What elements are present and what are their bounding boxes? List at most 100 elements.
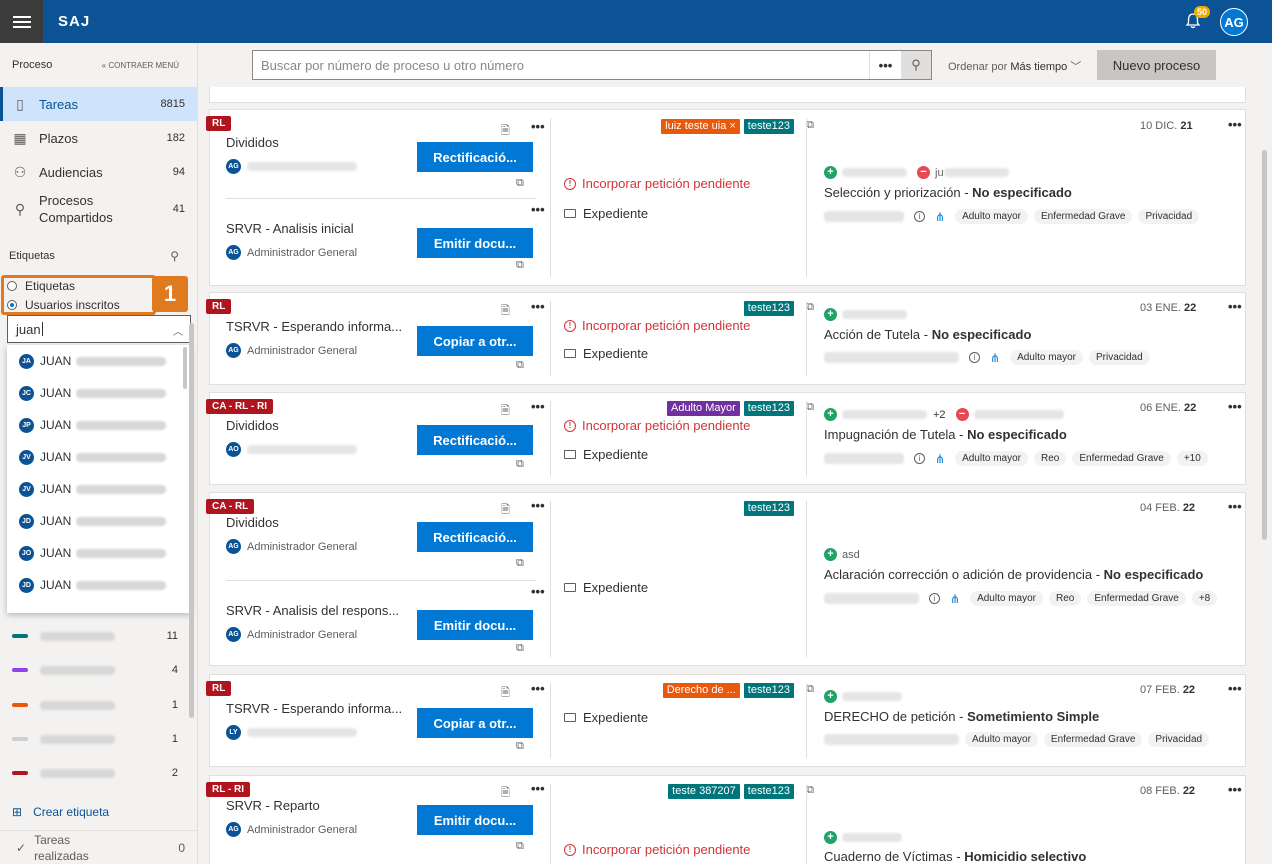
new-process-button[interactable]: Nuevo proceso: [1097, 50, 1216, 80]
process-card[interactable]: CA - RL - RI Divididos AO Rectificació..…: [206, 392, 1246, 485]
info-icon[interactable]: i: [914, 211, 925, 222]
pending-petition[interactable]: ! Incorporar petición pendiente: [564, 418, 750, 433]
radio-etiquetas[interactable]: Etiquetas: [7, 279, 75, 293]
more-icon[interactable]: •••: [531, 119, 545, 134]
tag-chip[interactable]: luiz teste uia ×: [661, 119, 740, 134]
add-tag-icon[interactable]: ⧉: [806, 119, 814, 132]
list-item[interactable]: JV JUAN: [7, 473, 191, 505]
radio-usuarios-inscritos[interactable]: Usuarios inscritos: [7, 298, 120, 312]
more-icon[interactable]: •••: [1228, 399, 1242, 414]
tag-chip[interactable]: Derecho de ...: [662, 683, 740, 698]
list-item[interactable]: JD JUAN: [7, 505, 191, 537]
task-name[interactable]: SRVR - Analisis del respons...: [226, 603, 399, 618]
sidebar-item-tareas[interactable]: ▯ Tareas 8815: [0, 87, 197, 121]
pending-petition[interactable]: ! Incorporar petición pendiente: [564, 176, 750, 191]
tree-icon[interactable]: ⋔: [935, 210, 945, 224]
create-tag-link[interactable]: ⊞ Crear etiqueta: [12, 805, 109, 819]
more-icon[interactable]: •••: [1228, 681, 1242, 696]
main-scrollbar[interactable]: [1262, 150, 1267, 540]
collapse-menu-link[interactable]: « CONTRAER MENÚ: [102, 61, 179, 70]
search-button[interactable]: ⚲: [901, 51, 931, 79]
pending-petition[interactable]: ! Incorporar petición pendiente: [564, 318, 750, 333]
expediente-link[interactable]: Expediente: [564, 447, 648, 462]
more-icon[interactable]: •••: [531, 681, 545, 696]
more-icon[interactable]: •••: [531, 781, 545, 796]
tree-icon[interactable]: ⋔: [950, 592, 960, 606]
search-icon[interactable]: ⚲: [170, 249, 179, 263]
sort-dropdown[interactable]: Ordenar por Más tiempo ﹀: [948, 58, 1081, 74]
more-icon[interactable]: •••: [531, 584, 545, 599]
list-item[interactable]: JV JUAN: [7, 441, 191, 473]
process-card[interactable]: [209, 87, 1246, 103]
screen-icon[interactable]: ⧉: [516, 740, 524, 753]
radio-button[interactable]: [7, 281, 17, 291]
task-action-button[interactable]: Emitir docu...: [417, 805, 533, 835]
sidebar-scrollbar[interactable]: [189, 323, 194, 718]
screen-icon[interactable]: ⧉: [516, 259, 524, 272]
more-options-button[interactable]: •••: [869, 51, 901, 79]
radio-button[interactable]: [7, 300, 17, 310]
tree-icon[interactable]: ⋔: [990, 351, 1000, 365]
process-card[interactable]: RL - RI SRVR - Reparto AG Administrador G…: [206, 775, 1246, 864]
more-icon[interactable]: •••: [531, 498, 545, 513]
task-name[interactable]: Divididos: [226, 135, 279, 150]
screen-icon[interactable]: ⧉: [516, 458, 524, 471]
expediente-link[interactable]: Expediente: [564, 206, 648, 221]
document-icon[interactable]: 🗎: [501, 501, 510, 520]
document-icon[interactable]: 🗎: [501, 302, 510, 321]
add-tag-icon[interactable]: ⧉: [806, 301, 814, 314]
task-action-button[interactable]: Rectificació...: [417, 522, 533, 552]
more-parties-count[interactable]: +2: [933, 409, 946, 421]
tag-chip[interactable]: teste 387207: [668, 784, 740, 799]
list-item[interactable]: JA JUAN: [7, 345, 191, 377]
document-icon[interactable]: 🗎: [501, 402, 510, 421]
task-name[interactable]: TSRVR - Esperando informa...: [226, 319, 402, 334]
add-tag-icon[interactable]: ⧉: [806, 784, 814, 797]
more-icon[interactable]: •••: [1228, 499, 1242, 514]
task-name[interactable]: SRVR - Analisis inicial: [226, 221, 354, 236]
search-input[interactable]: Buscar por número de proceso u otro núme…: [252, 50, 932, 80]
dropdown-scrollbar[interactable]: [183, 347, 187, 389]
more-icon[interactable]: •••: [531, 202, 545, 217]
expediente-link[interactable]: Expediente: [564, 710, 648, 725]
task-action-button[interactable]: Emitir docu...: [417, 228, 533, 258]
info-icon[interactable]: i: [929, 593, 940, 604]
expediente-link[interactable]: Expediente: [564, 580, 648, 595]
tag-chip[interactable]: teste123: [743, 683, 794, 698]
task-name[interactable]: SRVR - Reparto: [226, 798, 320, 813]
task-action-button[interactable]: Rectificació...: [417, 142, 533, 172]
tag-chip[interactable]: teste123: [743, 501, 794, 516]
tag-item[interactable]: 11: [0, 626, 190, 646]
tag-item[interactable]: 1: [0, 695, 190, 715]
list-item[interactable]: JO JUAN: [7, 537, 191, 569]
tag-chip[interactable]: teste123: [743, 401, 794, 416]
task-action-button[interactable]: Emitir docu...: [417, 610, 533, 640]
task-action-button[interactable]: Copiar a otr...: [417, 708, 533, 738]
add-tag-icon[interactable]: ⧉: [806, 401, 814, 414]
tag-chip[interactable]: teste123: [743, 119, 794, 134]
tag-chip[interactable]: Adulto Mayor: [666, 401, 740, 416]
pending-petition[interactable]: ! Incorporar petición pendiente: [564, 842, 750, 857]
process-card[interactable]: RL TSRVR - Esperando informa... AG Admini…: [206, 292, 1246, 385]
expediente-link[interactable]: Expediente: [564, 346, 648, 361]
user-filter-combobox[interactable]: juan ︿: [7, 315, 191, 343]
task-name[interactable]: Divididos: [226, 515, 279, 530]
more-icon[interactable]: •••: [1228, 299, 1242, 314]
task-name[interactable]: TSRVR - Esperando informa...: [226, 701, 402, 716]
add-tag-icon[interactable]: ⧉: [806, 683, 814, 696]
task-action-button[interactable]: Rectificació...: [417, 425, 533, 455]
more-icon[interactable]: •••: [1228, 782, 1242, 797]
task-name[interactable]: Divididos: [226, 418, 279, 433]
tag-item[interactable]: 2: [0, 763, 190, 783]
document-icon[interactable]: 🗎: [501, 784, 510, 803]
process-card[interactable]: RL TSRVR - Esperando informa... LY Copia…: [206, 674, 1246, 767]
list-item[interactable]: JC JUAN: [7, 377, 191, 409]
tag-chip[interactable]: teste123: [743, 784, 794, 799]
attribute-pill[interactable]: +10: [1176, 451, 1208, 466]
sidebar-item-audiencias[interactable]: ⚇ Audiencias 94: [0, 155, 197, 189]
list-item[interactable]: JD JUAN: [7, 569, 191, 601]
more-icon[interactable]: •••: [531, 399, 545, 414]
sidebar-item-plazos[interactable]: ▦ Plazos 182: [0, 121, 197, 155]
info-icon[interactable]: i: [969, 352, 980, 363]
process-card[interactable]: RL Divididos AG Rectificació... 🗎 ••• ⧉ …: [206, 109, 1246, 286]
